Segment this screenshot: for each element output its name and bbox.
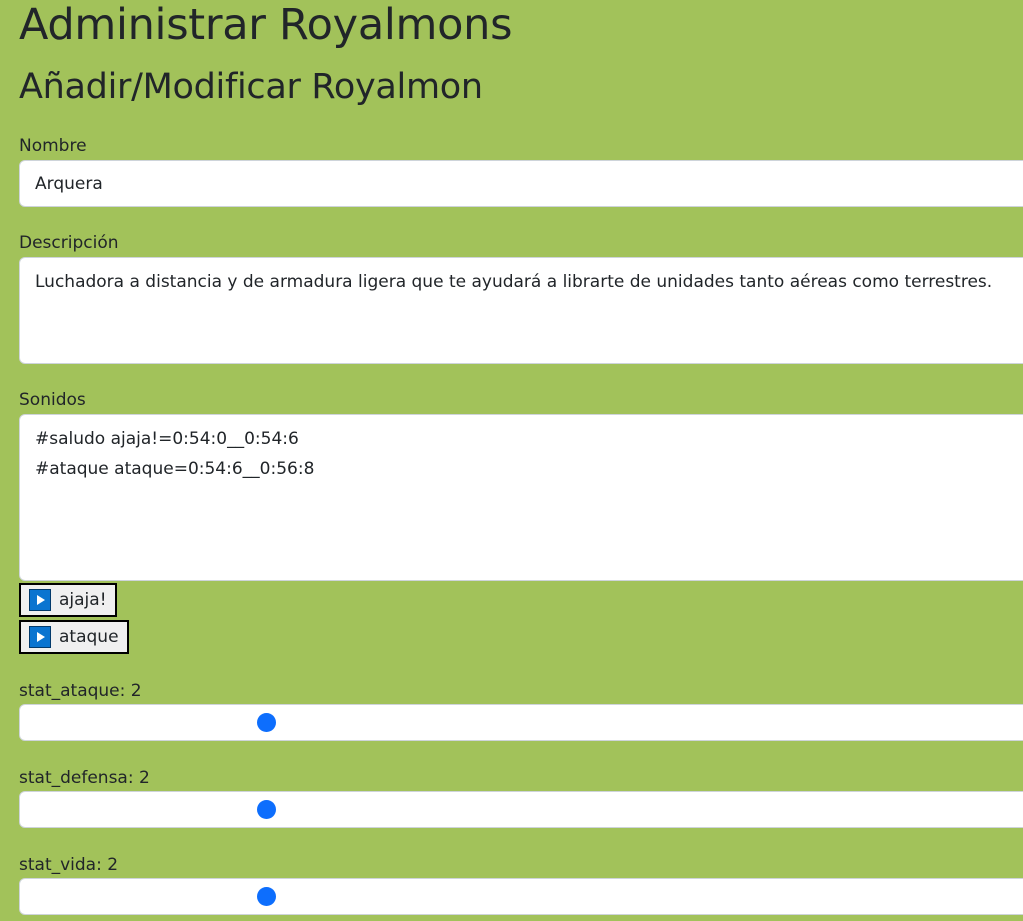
stat-ataque-label: stat_ataque: 2 (19, 681, 142, 701)
stat-defensa-slider[interactable] (19, 791, 1023, 828)
sonidos-label: Sonidos (19, 390, 86, 410)
nombre-input[interactable]: Arquera (19, 160, 1023, 207)
slider-thumb[interactable] (257, 800, 276, 819)
page-subtitle: Añadir/Modificar Royalmon (19, 67, 483, 107)
slider-thumb[interactable] (257, 887, 276, 906)
descripcion-textarea[interactable]: Luchadora a distancia y de armadura lige… (19, 257, 1023, 364)
stat-vida-slider[interactable] (19, 878, 1023, 915)
play-icon (29, 589, 51, 611)
stat-vida-label: stat_vida: 2 (19, 855, 119, 875)
play-sound-button-ajaja[interactable]: ajaja! (19, 583, 117, 617)
sonidos-textarea[interactable]: #saludo ajaja!=0:54:0__0:54:6 #ataque at… (19, 414, 1023, 581)
descripcion-label: Descripción (19, 233, 119, 253)
play-sound-button-ataque[interactable]: ataque (19, 620, 129, 654)
stat-ataque-slider[interactable] (19, 704, 1023, 741)
page-title: Administrar Royalmons (19, 0, 513, 50)
stat-defensa-label: stat_defensa: 2 (19, 768, 150, 788)
play-sound-label: ajaja! (59, 590, 107, 610)
slider-thumb[interactable] (257, 713, 276, 732)
nombre-label: Nombre (19, 136, 87, 156)
play-sound-label: ataque (59, 627, 119, 647)
play-icon (29, 626, 51, 648)
